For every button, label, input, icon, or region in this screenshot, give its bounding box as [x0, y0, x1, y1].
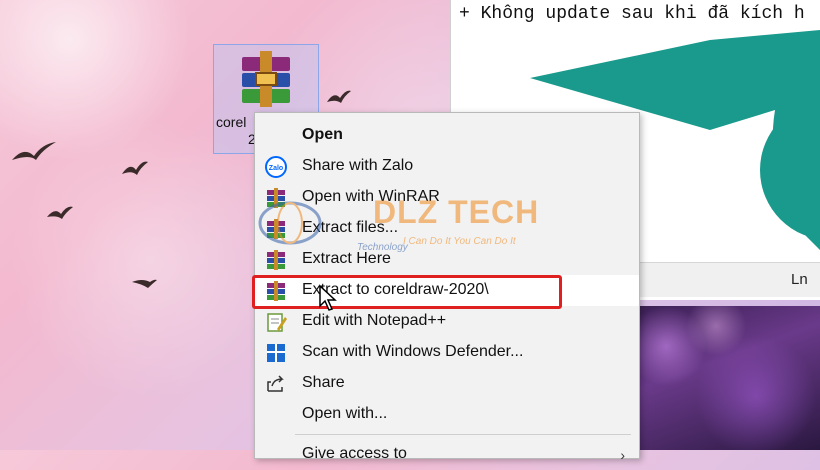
notepad-text-line: + Không update sau khi đã kích h: [459, 4, 805, 24]
winrar-archive-icon: [236, 49, 296, 111]
menu-item-open-with[interactable]: Open with...: [255, 399, 639, 430]
bird-decoration: [120, 158, 150, 178]
bird-decoration: [10, 140, 58, 166]
mouse-cursor-icon: [319, 284, 337, 311]
menu-item-extract-files[interactable]: Extract files...: [255, 213, 639, 244]
photo-thumbnail: [636, 306, 820, 450]
winrar-icon: [265, 187, 287, 209]
winrar-icon: [265, 249, 287, 271]
menu-item-scan-with-defender[interactable]: Scan with Windows Defender...: [255, 337, 639, 368]
highlight-box: [252, 275, 562, 309]
bird-decoration: [45, 205, 75, 221]
winrar-icon: [265, 218, 287, 240]
menu-separator: [295, 434, 631, 435]
menu-item-give-access-to[interactable]: Give access to ›: [255, 439, 639, 470]
menu-item-edit-with-notepadpp[interactable]: Edit with Notepad++: [255, 306, 639, 337]
menu-item-share-with-zalo[interactable]: Zalo Share with Zalo: [255, 151, 639, 182]
menu-item-open-with-winrar[interactable]: Open with WinRAR: [255, 182, 639, 213]
menu-item-open[interactable]: Open: [255, 120, 639, 151]
line-number-label: Ln: [791, 271, 808, 288]
chevron-right-icon: ›: [620, 447, 625, 463]
menu-item-extract-here[interactable]: Extract Here: [255, 244, 639, 275]
bird-decoration: [130, 276, 158, 292]
bird-decoration: [325, 88, 353, 106]
svg-text:Zalo: Zalo: [269, 165, 283, 172]
share-icon: [265, 373, 287, 395]
notepadpp-icon: [265, 311, 287, 333]
menu-item-share[interactable]: Share: [255, 368, 639, 399]
zalo-icon: Zalo: [265, 156, 287, 178]
defender-icon: [265, 342, 287, 364]
